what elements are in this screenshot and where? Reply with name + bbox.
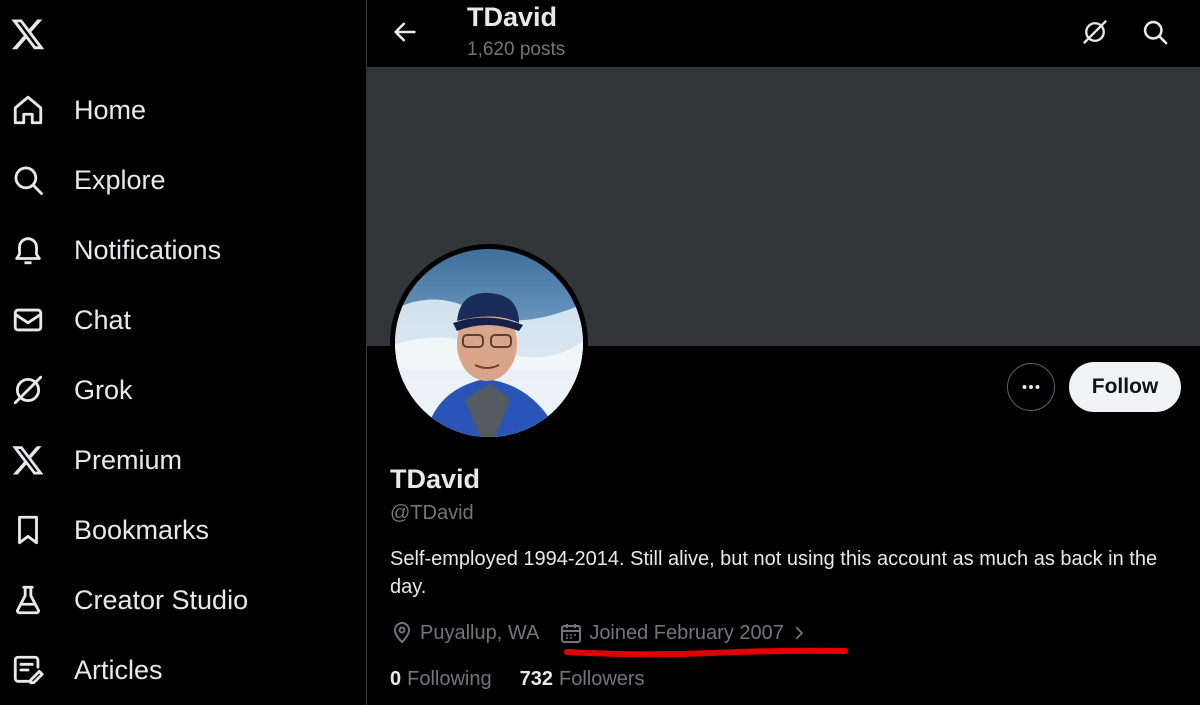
location: Puyallup, WA bbox=[390, 621, 539, 645]
profile-column: TDavid 1,620 posts Follow TDavid @TDavid… bbox=[366, 0, 1200, 705]
profile-display-name: TDavid bbox=[390, 464, 481, 494]
x-logo-icon bbox=[10, 442, 46, 478]
search-icon bbox=[1141, 18, 1169, 46]
nav-notifications-label: Notifications bbox=[74, 234, 222, 265]
search-button[interactable] bbox=[1137, 14, 1173, 50]
envelope-icon bbox=[10, 302, 46, 338]
profile-header-bar: TDavid 1,620 posts bbox=[367, 0, 1200, 67]
nav-chat-label: Chat bbox=[74, 304, 132, 335]
followers-stat[interactable]: 732 Followers bbox=[520, 668, 645, 691]
nav-articles-label: Articles bbox=[74, 654, 163, 685]
nav-articles[interactable]: Articles bbox=[0, 640, 340, 700]
profile-bio: Self-employed 1994-2014. Still alive, bu… bbox=[390, 548, 1158, 598]
grok-button[interactable] bbox=[1077, 14, 1113, 50]
nav-bookmarks-label: Bookmarks bbox=[74, 514, 210, 545]
profile-handle: @TDavid bbox=[390, 502, 474, 524]
nav-creator-studio[interactable]: Creator Studio bbox=[0, 570, 340, 630]
home-icon bbox=[10, 92, 46, 128]
bookmark-icon bbox=[10, 512, 46, 548]
x-logo-icon[interactable] bbox=[10, 16, 50, 56]
nav-explore[interactable]: Explore bbox=[0, 150, 340, 210]
sidebar: Home Explore Notifications Chat Grok Pre… bbox=[0, 0, 366, 705]
article-edit-icon bbox=[10, 652, 46, 688]
nav-grok[interactable]: Grok bbox=[0, 360, 340, 420]
location-text: Puyallup, WA bbox=[420, 621, 540, 644]
bell-icon bbox=[10, 232, 46, 268]
avatar[interactable] bbox=[390, 244, 588, 442]
followers-label: Followers bbox=[558, 668, 645, 690]
nav-home[interactable]: Home bbox=[0, 80, 340, 140]
header-profile-name: TDavid bbox=[467, 2, 558, 32]
header-post-count: 1,620 posts bbox=[467, 39, 566, 60]
nav-premium[interactable]: Premium bbox=[0, 430, 340, 490]
grok-icon bbox=[10, 372, 46, 408]
location-pin-icon bbox=[390, 621, 420, 645]
following-count: 0 bbox=[390, 668, 402, 690]
nav-grok-label: Grok bbox=[74, 374, 133, 405]
nav-bookmarks[interactable]: Bookmarks bbox=[0, 500, 340, 560]
arrow-left-icon bbox=[391, 18, 419, 46]
red-underline-annotation bbox=[564, 647, 848, 658]
follow-button[interactable]: Follow bbox=[1069, 362, 1181, 412]
nav-creator-studio-label: Creator Studio bbox=[74, 584, 249, 615]
more-dots-icon bbox=[1018, 374, 1044, 400]
nav-notifications[interactable]: Notifications bbox=[0, 220, 340, 280]
grok-icon bbox=[1081, 18, 1109, 46]
following-label: Following bbox=[407, 668, 492, 690]
more-options-button[interactable] bbox=[1007, 363, 1055, 411]
nav-home-label: Home bbox=[74, 94, 147, 125]
back-button[interactable] bbox=[387, 14, 423, 50]
following-stat[interactable]: 0 Following bbox=[390, 668, 492, 691]
profile-stats: 0 Following 732 Followers bbox=[390, 668, 673, 691]
nav-explore-label: Explore bbox=[74, 164, 166, 195]
search-icon bbox=[10, 162, 46, 198]
followers-count: 732 bbox=[519, 668, 553, 690]
nav-chat[interactable]: Chat bbox=[0, 290, 340, 350]
flask-icon bbox=[10, 582, 46, 618]
nav-premium-label: Premium bbox=[74, 444, 183, 475]
